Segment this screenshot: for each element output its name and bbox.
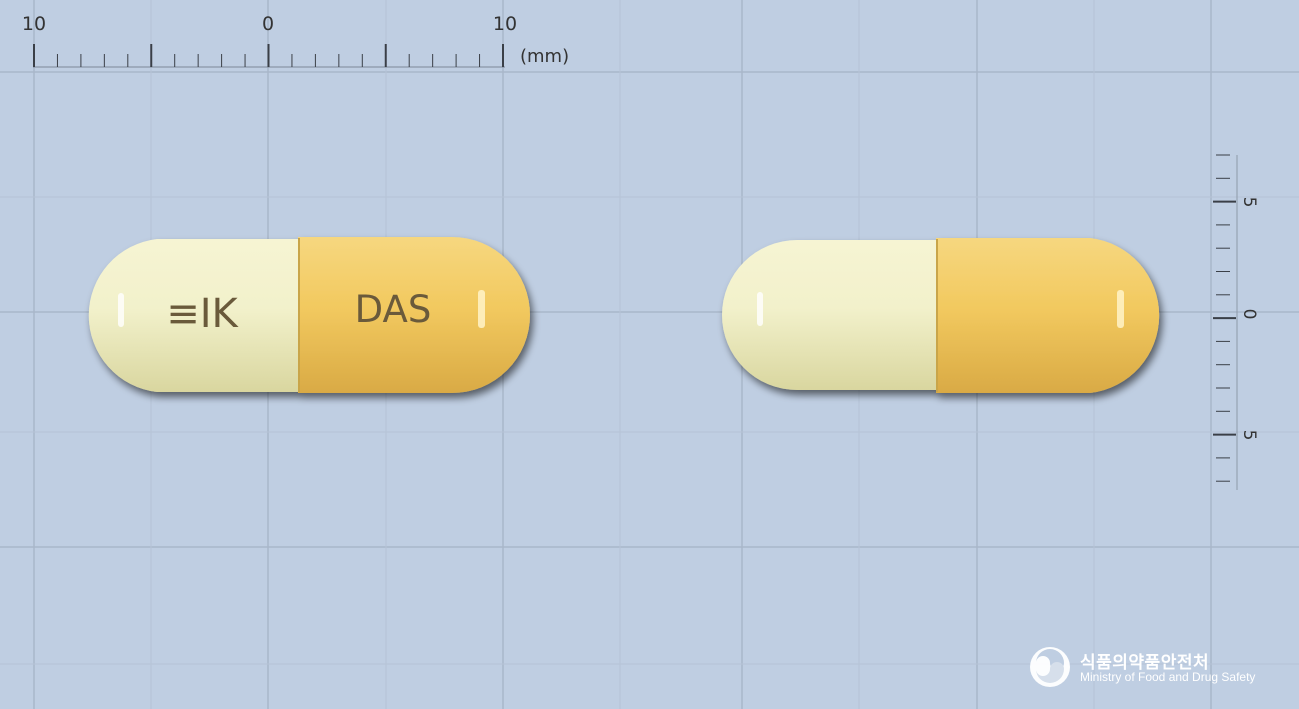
top-ruler-label-center: 0 <box>262 13 274 35</box>
capsule-back <box>722 238 1160 393</box>
capsule-front-left-imprint: ≡IK <box>166 291 239 337</box>
top-ruler-unit: (mm) <box>520 46 569 67</box>
right-ruler-label-bottom: 5 <box>1239 430 1259 441</box>
watermark-english: Ministry of Food and Drug Safety <box>1080 670 1256 684</box>
capsule-front-highlight-right <box>478 290 485 328</box>
top-ruler-label-left: 10 <box>22 13 46 35</box>
pill-photo: 10 0 10 (mm) 5 0 5 ≡IK DAS <box>0 0 1299 709</box>
capsule-back-body-yellow <box>936 238 1160 393</box>
right-ruler: 5 0 5 <box>1213 154 1259 490</box>
mfds-watermark: 식품의약품안전처 Ministry of Food and Drug Safet… <box>1028 646 1278 690</box>
top-ruler: 10 0 10 (mm) <box>22 13 569 68</box>
capsule-back-cap-cream <box>722 240 938 390</box>
top-ruler-label-right: 10 <box>493 13 517 35</box>
capsule-back-highlight-right <box>1117 290 1124 328</box>
capsule-front-right-imprint: DAS <box>355 288 432 331</box>
capsule-front: ≡IK DAS <box>88 237 530 393</box>
capsule-front-highlight-left <box>118 293 124 327</box>
right-ruler-label-top: 5 <box>1239 197 1259 208</box>
capsule-back-highlight-left <box>757 292 763 326</box>
right-ruler-label-center: 0 <box>1239 309 1259 320</box>
